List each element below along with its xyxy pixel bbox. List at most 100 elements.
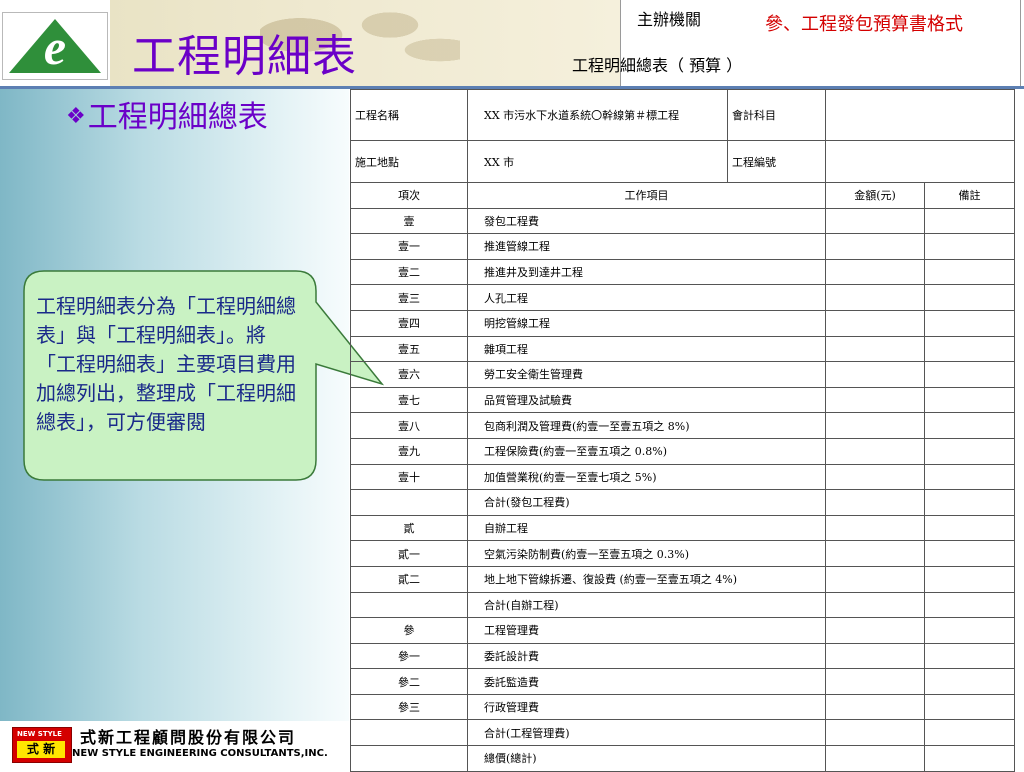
table-row: 壹一 推進管線工程 [350,233,1015,260]
divider [1020,0,1021,86]
callout-text: 工程明細表分為「工程明細總表」與「工程明細表」。將「工程明細表」主要項目費用加總… [36,294,296,434]
remark-cell [924,693,1015,721]
item-no-cell [350,489,468,516]
project-name-label: 工程名稱 [350,89,468,141]
amount-cell [825,258,925,286]
remark-cell [924,361,1015,388]
amount-cell [825,565,925,593]
company-name-en: NEW STYLE ENGINEERING CONSULTANTS,INC. [72,748,328,759]
item-no-cell [350,745,468,772]
amount-cell [825,617,925,644]
work-item-cell: 包商利潤及管理費(約壹一至壹五項之 8%) [467,412,826,439]
remark-cell [924,514,1015,542]
work-item-cell: 加值營業稅(約壹一至壹七項之 5%) [467,463,826,491]
remark-cell [924,540,1015,567]
item-no-cell: 壹四 [350,309,468,337]
table-row: 施工地點 XX 市 工程編號 [350,140,1015,183]
item-no-cell: 貳二 [350,565,468,593]
table-row: 壹二 推進井及到達井工程 [350,258,1015,286]
item-no-cell: 壹一 [350,233,468,260]
table-row: 壹三 人孔工程 [350,284,1015,311]
budget-summary-table: 工程名稱 XX 市污水下水道系統〇幹線第＃標工程 會計科目 施工地點 XX 市 … [350,89,1015,772]
remark-cell [924,591,1015,619]
item-no-cell: 壹 [350,207,468,235]
code-label: 工程編號 [727,140,826,183]
amount-cell [825,335,925,363]
work-item-cell: 合計(發包工程費) [467,489,826,516]
work-item-cell: 工程保險費(約壹一至壹五項之 0.8%) [467,437,826,465]
amount-cell [825,284,925,311]
work-item-cell: 雜項工程 [467,335,826,363]
col-work-item: 工作項目 [467,182,826,209]
remark-cell [924,489,1015,516]
table-row: 工程名稱 XX 市污水下水道系統〇幹線第＃標工程 會計科目 [350,89,1015,141]
table-row: 壹十 加值營業稅(約壹一至壹七項之 5%) [350,463,1015,491]
project-name-value: XX 市污水下水道系統〇幹線第＃標工程 [467,89,728,141]
table-row: 貳二 地上地下管線拆遷、復設費 (約壹一至壹五項之 4%) [350,565,1015,593]
amount-cell [825,207,925,235]
item-no-cell: 參一 [350,642,468,670]
amount-cell [825,693,925,721]
format-label: 參、工程發包預算書格式 [765,14,963,35]
amount-cell [825,412,925,439]
work-item-cell: 品質管理及試驗費 [467,386,826,414]
work-item-cell: 人孔工程 [467,284,826,311]
work-item-cell: 合計(自辦工程) [467,591,826,619]
table-row: 參二 委託監造費 [350,668,1015,695]
item-no-cell: 貳一 [350,540,468,567]
amount-cell [825,489,925,516]
site-label: 施工地點 [350,140,468,183]
remark-cell [924,309,1015,337]
amount-cell [825,642,925,670]
table-row: 貳自辦工程 [350,514,1015,542]
logo-top-text: NEW STYLE [17,730,62,738]
item-no-cell: 壹三 [350,284,468,311]
amount-cell [825,233,925,260]
item-no-cell: 壹八 [350,412,468,439]
item-no-cell: 壹六 [350,361,468,388]
amount-cell [825,309,925,337]
code-value [825,140,1015,183]
table-row: 合計(發包工程費) [350,489,1015,516]
logo-bottom-text: 式 新 [17,741,65,758]
amount-cell [825,361,925,388]
table-row: 合計(工程管理費) [350,719,1015,747]
amount-cell [825,540,925,567]
amount-cell [825,463,925,491]
work-item-cell: 地上地下管線拆遷、復設費 (約壹一至壹五項之 4%) [467,565,826,593]
remark-cell [924,258,1015,286]
remark-cell [924,386,1015,414]
remark-cell [924,233,1015,260]
work-item-cell: 自辦工程 [467,514,826,542]
item-no-cell: 壹二 [350,258,468,286]
table-row: 參三 行政管理費 [350,693,1015,721]
table-row: 合計(自辦工程) [350,591,1015,619]
work-item-cell: 明挖管線工程 [467,309,826,337]
table-row: 參一 委託設計費 [350,642,1015,670]
amount-cell [825,386,925,414]
remark-cell [924,668,1015,695]
table-row: 壹八 包商利潤及管理費(約壹一至壹五項之 8%) [350,412,1015,439]
col-amount: 金額(元) [825,182,925,209]
work-item-cell: 發包工程費 [467,207,826,235]
amount-cell [825,514,925,542]
site-value: XX 市 [467,140,728,183]
work-item-cell: 空氣污染防制費(約壹一至壹五項之 0.3%) [467,540,826,567]
item-no-cell [350,719,468,747]
host-agency-label: 主辦機關 [637,10,702,29]
work-item-cell: 行政管理費 [467,693,826,721]
sheet-title: 工程明細總表（ 預算 ） [572,56,743,75]
amount-cell [825,745,925,772]
remark-cell [924,719,1015,747]
table-row: 壹六 勞工安全衛生管理費 [350,361,1015,388]
new-style-logo: NEW STYLE 式 新 [12,727,72,763]
col-item-no: 項次 [350,182,468,209]
col-remark: 備註 [924,182,1015,209]
work-item-cell: 委託監造費 [467,668,826,695]
table-row: 壹發包工程費 [350,207,1015,235]
work-item-cell: 勞工安全衛生管理費 [467,361,826,388]
work-item-cell: 委託設計費 [467,642,826,670]
amount-cell [825,668,925,695]
item-no-cell: 壹五 [350,335,468,363]
work-item-cell: 工程管理費 [467,617,826,644]
